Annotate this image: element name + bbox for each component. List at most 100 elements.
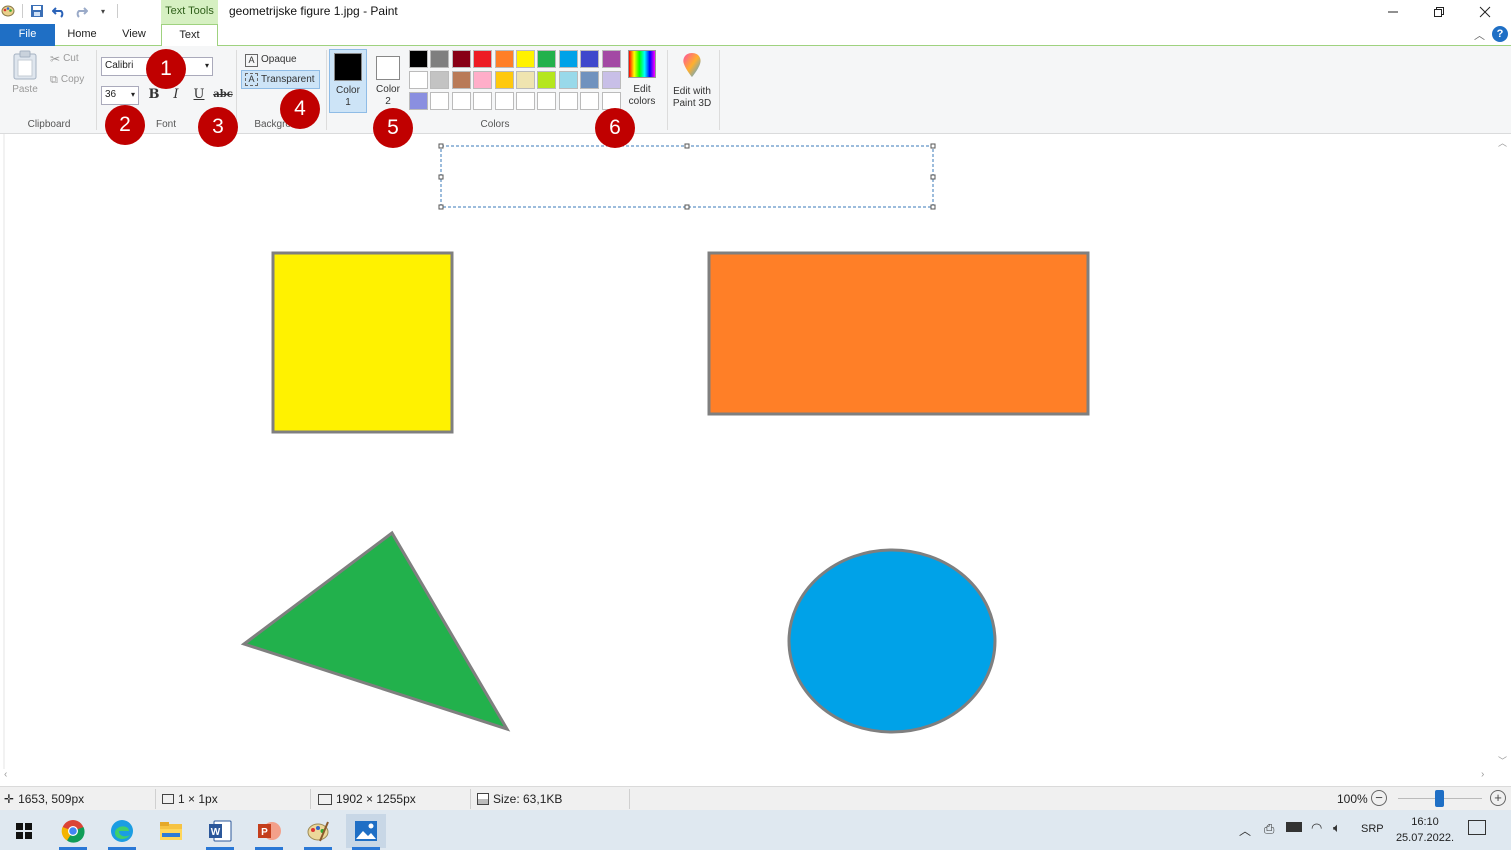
palette-swatch[interactable] (473, 71, 493, 89)
zoom-slider-thumb[interactable] (1435, 790, 1444, 807)
notifications-icon[interactable] (1468, 820, 1486, 835)
scroll-right-icon[interactable]: › (1481, 769, 1484, 780)
save-icon[interactable] (29, 3, 45, 19)
minimize-icon (1388, 11, 1398, 13)
taskbar-edge[interactable] (102, 814, 142, 850)
palette-swatch[interactable] (451, 71, 471, 89)
font-family-value: Calibri (105, 60, 134, 71)
palette-swatch[interactable] (409, 50, 428, 68)
palette-swatch[interactable] (537, 50, 557, 68)
input-language[interactable]: SRP (1361, 823, 1384, 835)
drawing-canvas[interactable] (0, 134, 1511, 784)
transparent-label: Transparent (261, 73, 315, 85)
paste-button[interactable]: Paste (8, 50, 42, 96)
palette-swatch[interactable] (580, 92, 600, 110)
zoom-out-icon[interactable]: − (1371, 790, 1387, 806)
status-separator (155, 789, 156, 809)
palette-swatch[interactable] (430, 92, 450, 110)
transparent-icon: A (245, 73, 258, 86)
palette-swatch[interactable] (430, 71, 450, 89)
cursor-position-value: 1653, 509px (18, 792, 85, 806)
edit-colors-button[interactable]: Edit colors (623, 50, 661, 108)
palette-swatch[interactable] (537, 71, 557, 89)
taskbar-paint[interactable] (298, 814, 338, 850)
taskbar-powerpoint[interactable]: P (249, 814, 289, 850)
window-title: geometrijske figure 1.jpg - Paint (229, 4, 398, 18)
volume-icon[interactable]: 🔈︎ (1333, 820, 1341, 836)
palette-swatch[interactable] (601, 50, 621, 68)
color2-button[interactable]: Color 2 (370, 49, 406, 113)
taskbar-photos[interactable] (346, 814, 386, 850)
edit-with-paint3d-button[interactable]: Edit with Paint 3D (670, 50, 714, 110)
undo-icon[interactable] (51, 3, 67, 19)
show-hidden-icons-icon[interactable]: ︿ (1239, 822, 1251, 839)
help-icon[interactable]: ? (1492, 26, 1508, 42)
status-bar: ✛ 1653, 509px 1 × 1px 1902 × 1255px Size… (0, 786, 1511, 810)
strikethrough-button[interactable]: abc (212, 89, 234, 107)
underline-button[interactable]: U (189, 87, 209, 105)
scroll-left-icon[interactable]: ‹ (4, 769, 7, 780)
scroll-down-icon[interactable]: ﹀ (1498, 754, 1507, 767)
palette-swatch[interactable] (451, 50, 471, 68)
tab-text[interactable]: Text (161, 24, 218, 47)
cut-button[interactable]: ✂ Cut (50, 53, 79, 65)
image-size-icon (318, 793, 332, 805)
scroll-up-icon[interactable]: ︿ (1498, 136, 1507, 149)
color1-button[interactable]: Color 1 (329, 49, 367, 113)
restore-button[interactable] (1416, 0, 1462, 24)
palette-swatch[interactable] (537, 92, 557, 110)
tab-view[interactable]: View (110, 24, 158, 46)
image-size: 1902 × 1255px (318, 792, 416, 806)
palette-swatch[interactable] (516, 50, 535, 68)
opaque-button[interactable]: A Opaque (242, 51, 300, 69)
taskbar-file-explorer[interactable] (151, 814, 191, 848)
palette-swatch[interactable] (580, 71, 600, 89)
close-button[interactable] (1462, 0, 1508, 24)
palette-swatch[interactable] (558, 50, 578, 68)
palette-swatch[interactable] (558, 92, 578, 110)
palette-swatch[interactable] (516, 71, 535, 89)
italic-button[interactable]: I (166, 87, 186, 105)
palette-swatch[interactable] (494, 71, 514, 89)
zoom-in-icon[interactable]: + (1490, 790, 1506, 806)
collapse-ribbon-icon[interactable]: ︿ (1474, 27, 1485, 43)
taskbar-word[interactable]: W (200, 814, 240, 850)
palette-swatch[interactable] (473, 92, 493, 110)
palette-swatch[interactable] (601, 71, 621, 89)
group-separator (96, 50, 97, 130)
palette-swatch[interactable] (473, 50, 493, 68)
palette-swatch[interactable] (409, 92, 428, 110)
text-box-selection[interactable] (438, 143, 936, 210)
palette-swatch[interactable] (409, 71, 428, 89)
file-size-value: Size: 63,1KB (493, 792, 563, 806)
badge-3: 3 (198, 107, 238, 147)
taskbar: W P ︿ ⎙ ◠ 🔈︎ SRP (0, 810, 1511, 850)
qat-separator (22, 4, 23, 18)
palette-swatch[interactable] (516, 92, 535, 110)
font-size-dropdown[interactable]: 36 ▾ (101, 86, 139, 105)
palette-swatch[interactable] (430, 50, 450, 68)
clock-time: 16:10 (1411, 816, 1439, 828)
palette-swatch[interactable] (494, 50, 514, 68)
horizontal-scrollbar[interactable]: ‹ › (0, 769, 1494, 784)
taskbar-clock[interactable]: 16:10 25.07.2022. (1392, 814, 1458, 846)
minimize-button[interactable] (1370, 0, 1416, 24)
redo-icon[interactable] (73, 3, 89, 19)
tab-file[interactable]: File (0, 24, 55, 46)
palette-swatch[interactable] (558, 71, 578, 89)
palette-swatch[interactable] (494, 92, 514, 110)
customize-qat-icon[interactable]: ▾ (95, 3, 111, 19)
tab-home[interactable]: Home (58, 24, 106, 46)
bold-button[interactable]: B (144, 87, 164, 105)
taskbar-chrome[interactable] (53, 814, 93, 850)
battery-icon[interactable] (1286, 822, 1302, 832)
palette-swatch[interactable] (451, 92, 471, 110)
paint-app-icon[interactable] (0, 3, 16, 19)
transparent-button[interactable]: A Transparent (241, 70, 320, 89)
meet-now-icon[interactable]: ⎙ (1264, 821, 1274, 837)
palette-swatch[interactable] (580, 50, 600, 68)
wifi-icon[interactable]: ◠ (1311, 820, 1322, 836)
copy-button[interactable]: ⧉ Copy (50, 74, 84, 86)
vertical-scrollbar[interactable]: ︿ ﹀ (1494, 134, 1511, 769)
start-button[interactable] (4, 814, 44, 848)
